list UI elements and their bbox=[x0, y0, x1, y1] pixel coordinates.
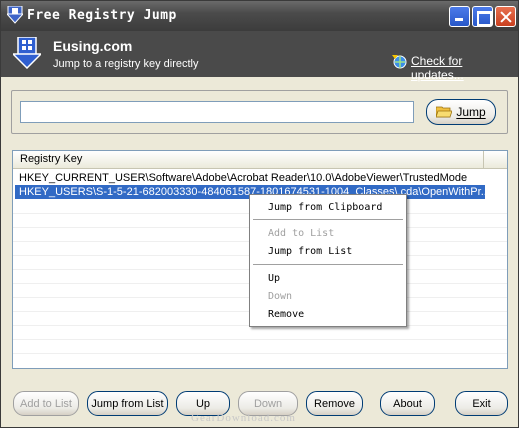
folder-open-icon bbox=[436, 106, 453, 118]
menu-separator bbox=[253, 219, 403, 220]
menu-item-add-to-list[interactable]: Add to List bbox=[268, 227, 334, 241]
header-banner: Eusing.com Jump to a registry key direct… bbox=[1, 31, 518, 82]
menu-item-jump-from-clipboard[interactable]: Jump from Clipboard bbox=[268, 201, 382, 215]
close-button[interactable] bbox=[495, 6, 516, 27]
menu-item-up[interactable]: Up bbox=[268, 272, 280, 286]
add-to-list-button[interactable]: Add to List bbox=[13, 391, 79, 416]
list-header: Registry Key bbox=[13, 151, 507, 169]
watermark: GearDownload.com bbox=[191, 412, 296, 424]
window-title: Free Registry Jump bbox=[27, 8, 177, 23]
menu-item-down[interactable]: Down bbox=[268, 290, 292, 304]
globe-update-icon[interactable] bbox=[392, 54, 407, 69]
about-button[interactable]: About bbox=[380, 391, 435, 416]
row-divider bbox=[13, 353, 507, 354]
list-item[interactable]: HKEY_CURRENT_USER\Software\Adobe\Acrobat… bbox=[15, 171, 485, 185]
jump-button[interactable]: Jump bbox=[426, 99, 496, 125]
main-window: Free Registry Jump Eusing.com Jump to a … bbox=[0, 0, 519, 428]
jump-button-label: Jump bbox=[456, 105, 486, 119]
check-updates-link[interactable]: Check for updates... bbox=[411, 54, 518, 82]
title-bar[interactable]: Free Registry Jump bbox=[1, 1, 518, 31]
context-menu: Jump from Clipboard Add to List Jump fro… bbox=[249, 194, 407, 327]
exit-button[interactable]: Exit bbox=[455, 391, 508, 416]
maximize-button[interactable] bbox=[472, 6, 493, 27]
remove-button[interactable]: Remove bbox=[306, 391, 363, 416]
tagline: Jump to a registry key directly bbox=[53, 58, 199, 70]
menu-item-jump-from-list[interactable]: Jump from List bbox=[268, 245, 352, 259]
column-header-registry-key[interactable]: Registry Key bbox=[13, 151, 484, 168]
menu-separator bbox=[253, 264, 403, 265]
app-icon bbox=[7, 6, 23, 24]
jump-panel: Jump bbox=[11, 90, 508, 134]
minimize-button[interactable] bbox=[449, 6, 470, 27]
row-divider bbox=[13, 339, 507, 340]
jump-from-list-button[interactable]: Jump from List bbox=[87, 391, 168, 416]
registry-arrow-icon bbox=[13, 37, 41, 69]
registry-key-input[interactable] bbox=[20, 101, 414, 123]
brand-name: Eusing.com bbox=[53, 38, 133, 54]
menu-item-remove[interactable]: Remove bbox=[268, 308, 304, 322]
